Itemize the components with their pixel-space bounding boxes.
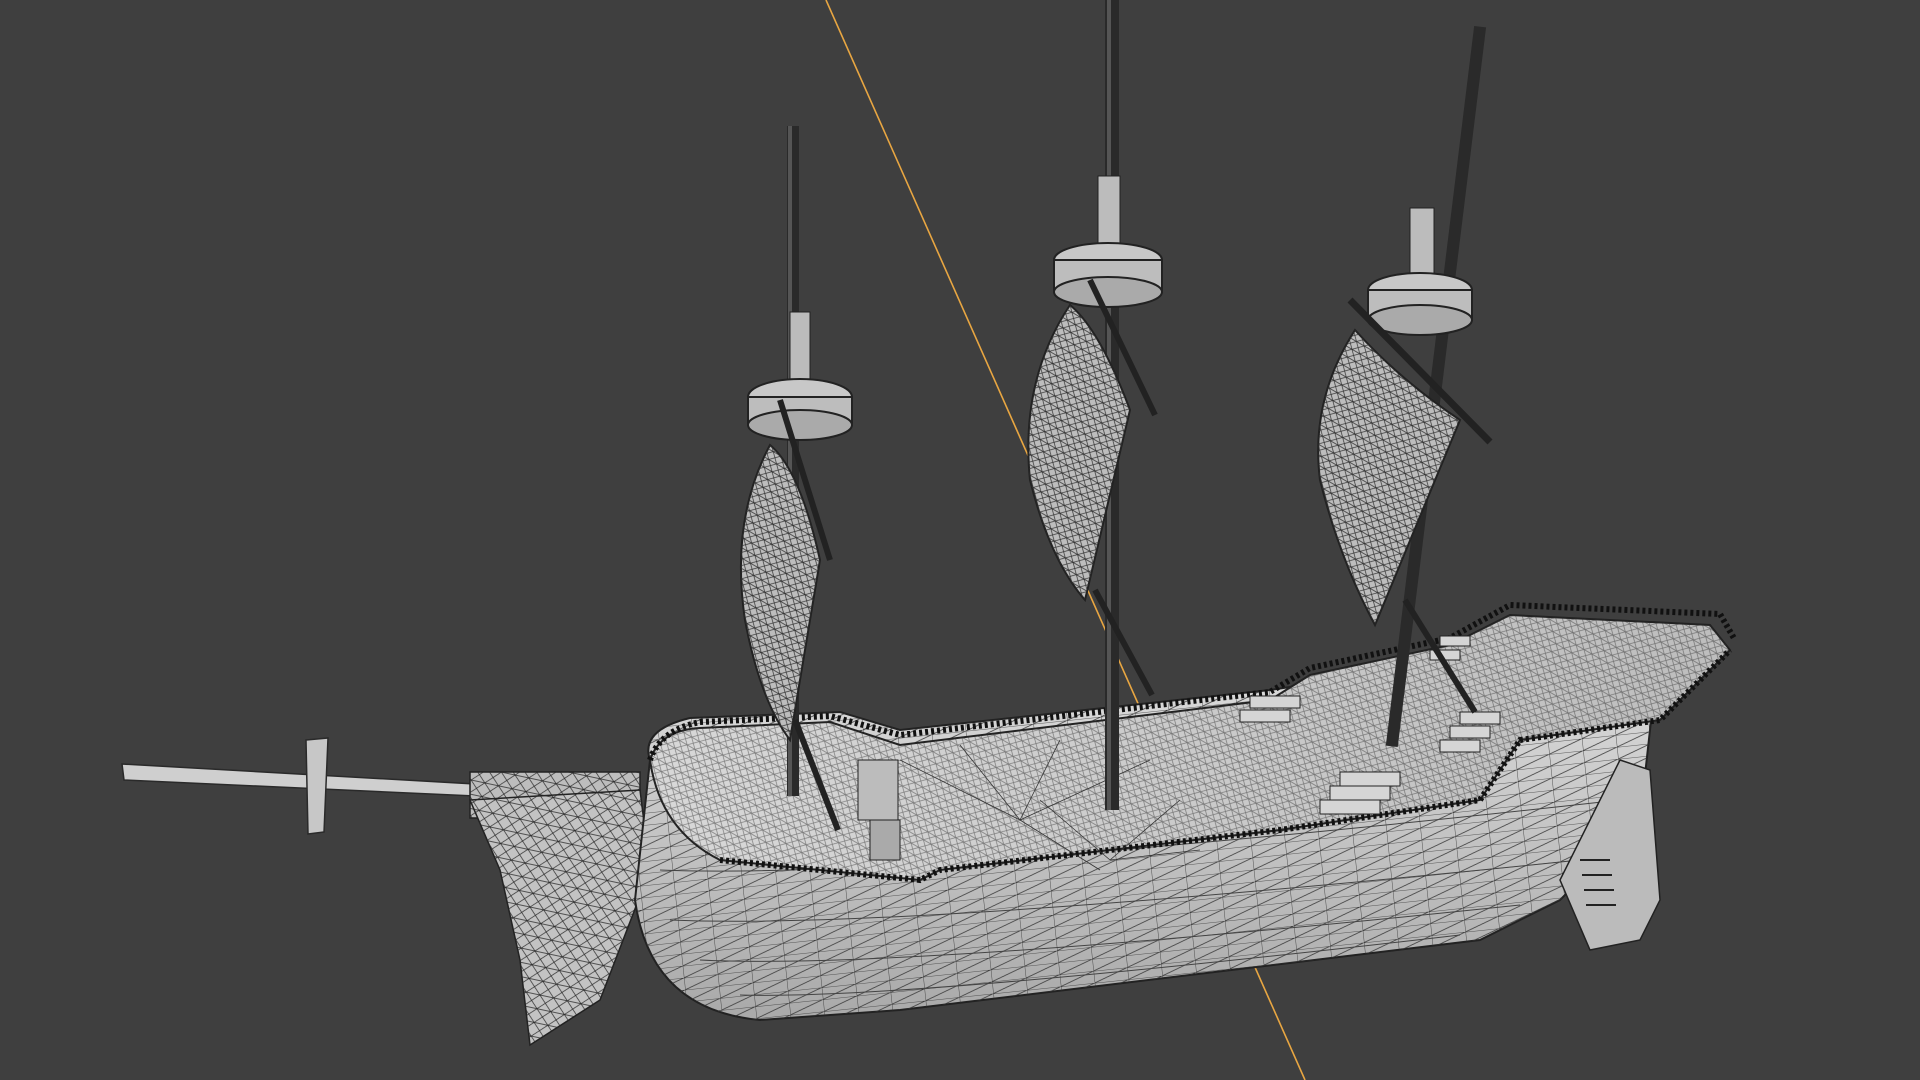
bow — [468, 789, 651, 1047]
viewport-canvas[interactable] — [0, 0, 1920, 1080]
main-mast — [1027, 0, 1163, 810]
3d-viewport[interactable] — [0, 0, 1920, 1080]
ship-model[interactable] — [121, 0, 1738, 1047]
